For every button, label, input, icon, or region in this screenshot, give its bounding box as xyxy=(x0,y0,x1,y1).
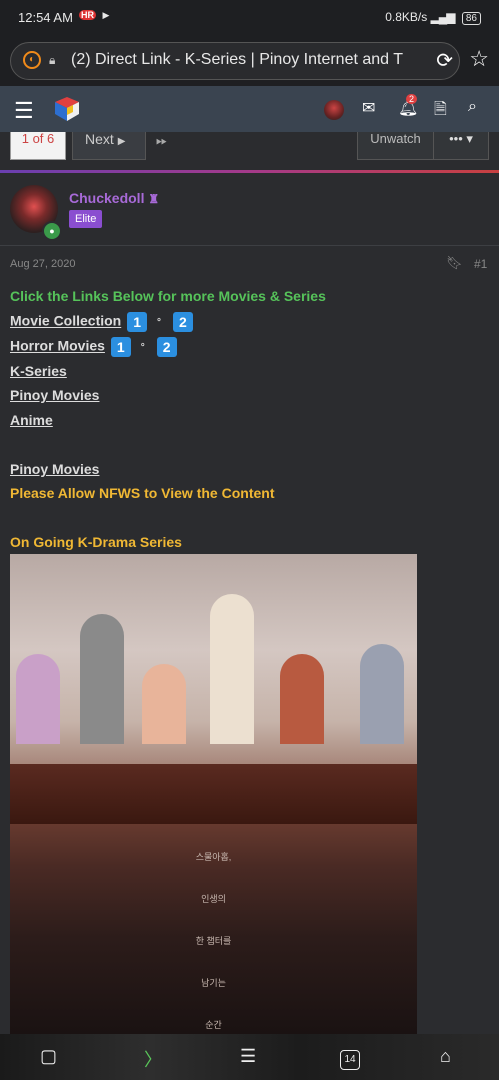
privacy-shield-icon[interactable]: ◐ xyxy=(23,51,41,69)
ongoing-heading: On Going K-Drama Series xyxy=(10,534,182,550)
menu-icon[interactable]: ☰ xyxy=(240,1046,256,1067)
more-label: ••• xyxy=(449,131,463,146)
link-row-movie-collection: Movie Collection 1 ° 2 xyxy=(10,312,193,332)
drama-poster-image[interactable]: 스물아홉, 인생의 한 챕터를 남기는 순간 xyxy=(10,554,417,1034)
link-row-horror-movies: Horror Movies 1 ° 2 xyxy=(10,337,177,357)
user-title-badge: Elite xyxy=(69,210,103,228)
post-number[interactable]: #1 xyxy=(474,257,487,271)
network-speed: 0.8KB/s xyxy=(385,10,428,24)
signal-icon: ▂▄▆ xyxy=(430,10,456,24)
pinoy-movies-link-2[interactable]: Pinoy Movies xyxy=(10,461,99,477)
cast-figure xyxy=(80,614,124,744)
status-icons: HR ▶ xyxy=(79,10,113,21)
page-current[interactable]: 1 of 6 xyxy=(10,132,66,160)
horror-movies-link-1[interactable]: 1 xyxy=(110,337,131,357)
status-time: 12:54 AM xyxy=(18,10,73,25)
address-bar[interactable]: ◐ 🔒︎ (2) Direct Link - K-Series | Pinoy … xyxy=(10,42,460,80)
cast-figure xyxy=(360,644,404,744)
cast-figure xyxy=(210,594,254,744)
movie-collection-link-2[interactable]: 2 xyxy=(172,312,193,332)
status-right: 0.8KB/s ▂▄▆ 86 xyxy=(385,10,481,25)
youtube-icon: ▶ xyxy=(102,10,110,20)
poster-text-line: 한 챕터를 xyxy=(195,936,232,946)
username-text[interactable]: Chuckedoll xyxy=(69,190,144,206)
lock-icon[interactable]: 🔒︎ xyxy=(49,53,55,68)
separator-dot: ° xyxy=(157,316,162,328)
unwatch-button[interactable]: Unwatch xyxy=(357,132,434,160)
poster-text-line: 인생의 xyxy=(201,894,226,904)
poster-text-line: 순간 xyxy=(205,1020,222,1030)
bookmark-icon[interactable]: 🔖︎ xyxy=(446,255,463,271)
cast-figure xyxy=(16,654,60,744)
tab-count: 14 xyxy=(340,1050,360,1070)
reload-icon[interactable]: ⟳ xyxy=(436,48,453,73)
url-text[interactable]: (2) Direct Link - K-Series | Pinoy Inter… xyxy=(71,51,421,69)
user-avatar-icon[interactable] xyxy=(324,100,344,120)
hr-badge-icon: HR xyxy=(79,10,96,20)
search-icon[interactable]: ⌕ xyxy=(468,98,477,116)
more-options-button[interactable]: ••• ▾ xyxy=(433,132,489,160)
whats-new-icon[interactable]: 🗎 xyxy=(434,98,447,125)
tabs-icon[interactable]: 14 xyxy=(340,1046,360,1070)
new-tab-icon[interactable]: ▢ xyxy=(40,1046,57,1067)
next-label: Next xyxy=(85,131,114,147)
k-series-link[interactable]: K-Series xyxy=(10,363,67,379)
cast-figure xyxy=(142,664,186,744)
poster-text-line: 남기는 xyxy=(201,978,226,988)
post-meta: Aug 27, 2020 🔖︎ #1 xyxy=(0,245,499,281)
movie-collection-link-1[interactable]: 1 xyxy=(127,312,148,332)
menu-icon[interactable]: ☰ xyxy=(14,98,34,124)
post-date[interactable]: Aug 27, 2020 xyxy=(10,258,75,270)
poster-text-line: 스물아홉, xyxy=(195,852,232,862)
alerts-count-badge: 2 xyxy=(406,94,418,104)
horror-movies-link-2[interactable]: 2 xyxy=(156,337,177,357)
inbox-icon[interactable]: ✉ xyxy=(362,98,375,118)
separator-dot: ° xyxy=(140,341,145,353)
online-status-icon: ● xyxy=(42,221,62,241)
site-nav: ☰ ✉ 🔔︎ 2 🗎 ⌕ xyxy=(0,86,499,132)
movie-collection-link[interactable]: Movie Collection xyxy=(10,313,121,329)
caret-down-icon: ▾ xyxy=(466,131,473,146)
pinoy-movies-link[interactable]: Pinoy Movies xyxy=(10,387,99,403)
status-bar: 12:54 AM HR ▶ 0.8KB/s ▂▄▆ 86 xyxy=(0,0,499,36)
forward-chevron-icon[interactable]: 〉 xyxy=(144,1046,162,1072)
battery-icon: 86 xyxy=(461,12,481,25)
browser-bottom-bar: ▢ 〉 ☰ 14 ⌂ xyxy=(0,1034,499,1080)
user-badge-icon: ♜ xyxy=(148,192,160,206)
last-page-icon[interactable]: ⏩︎ xyxy=(156,132,167,149)
username[interactable]: Chuckedoll ♜ xyxy=(69,190,159,206)
bookmark-star-icon[interactable]: ☆ xyxy=(469,46,489,72)
site-logo[interactable] xyxy=(52,94,82,124)
anime-link[interactable]: Anime xyxy=(10,412,53,428)
post-heading: Click the Links Below for more Movies & … xyxy=(10,288,326,304)
home-icon[interactable]: ⌂ xyxy=(440,1046,451,1067)
nfws-notice: Please Allow NFWS to View the Content xyxy=(10,485,275,501)
piano-lid xyxy=(10,764,417,824)
post-user-block: ● Chuckedoll ♜ Elite xyxy=(0,173,499,246)
horror-movies-link[interactable]: Horror Movies xyxy=(10,338,105,354)
pagination: 1 of 6 Next ▶ ⏩︎ Unwatch ••• ▾ xyxy=(0,132,499,170)
cast-figure xyxy=(280,654,324,744)
browser-toolbar: ◐ 🔒︎ (2) Direct Link - K-Series | Pinoy … xyxy=(0,36,499,86)
chevron-right-icon: ▶ xyxy=(117,136,126,147)
next-page-button[interactable]: Next ▶ xyxy=(72,132,146,160)
